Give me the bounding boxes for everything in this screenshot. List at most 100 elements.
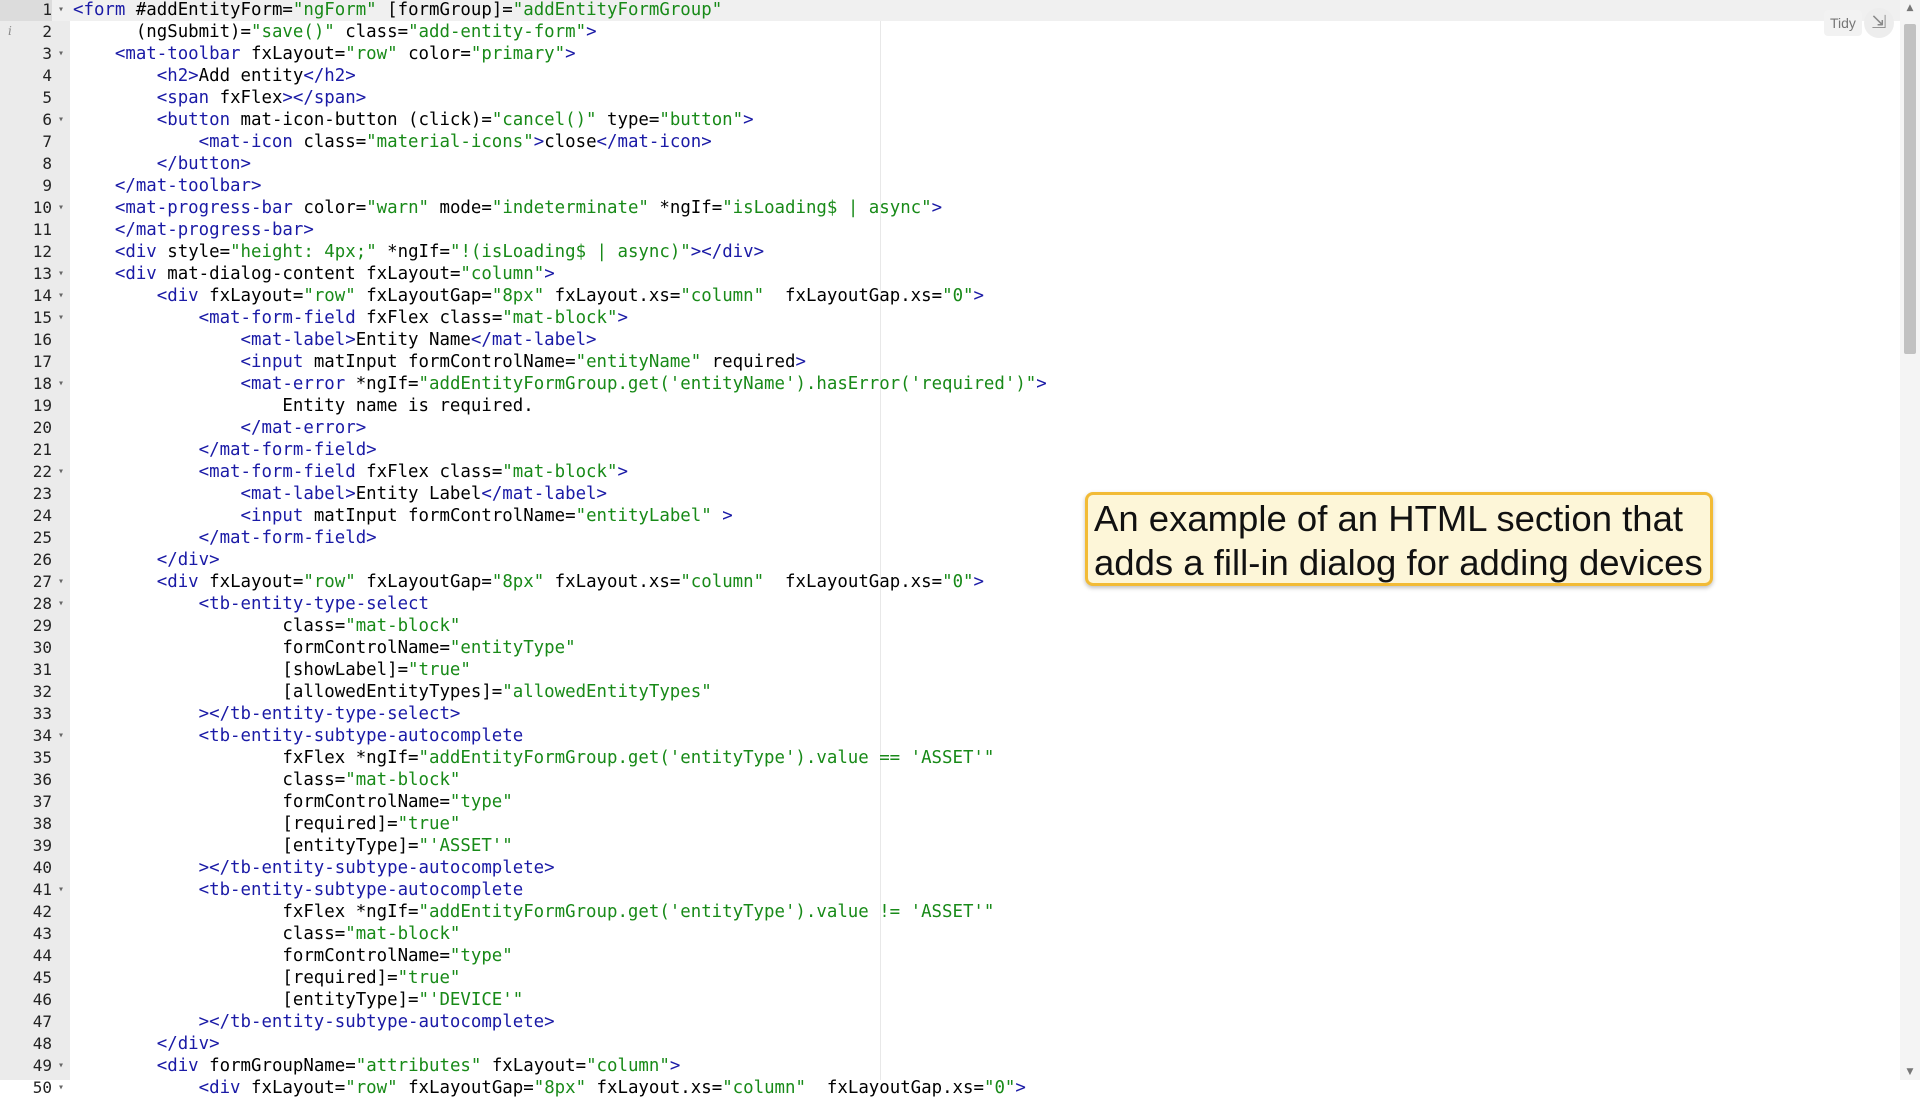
- code-line[interactable]: 46 [entityType]="'DEVICE'": [0, 989, 1900, 1011]
- code-line[interactable]: 30 formControlName="entityType": [0, 637, 1900, 659]
- code-text[interactable]: <tb-entity-subtype-autocomplete: [73, 879, 524, 901]
- code-text[interactable]: <mat-form-field fxFlex class="mat-block"…: [73, 461, 628, 483]
- fold-toggle-icon[interactable]: ▾: [56, 263, 66, 285]
- scroll-down-arrow-icon[interactable]: ▼: [1900, 1064, 1920, 1080]
- code-text[interactable]: <mat-error *ngIf="addEntityFormGroup.get…: [73, 373, 1047, 395]
- collapse-icon[interactable]: ⇲: [1864, 8, 1894, 38]
- fold-toggle-icon[interactable]: ▾: [56, 1055, 66, 1077]
- code-text[interactable]: [entityType]="'DEVICE'": [73, 989, 523, 1011]
- code-line[interactable]: 29 class="mat-block": [0, 615, 1900, 637]
- code-text[interactable]: </mat-toolbar>: [73, 175, 262, 197]
- code-text[interactable]: <tb-entity-subtype-autocomplete: [73, 725, 524, 747]
- code-line[interactable]: 45 [required]="true": [0, 967, 1900, 989]
- fold-toggle-icon[interactable]: ▾: [56, 197, 66, 219]
- code-text[interactable]: [required]="true": [73, 813, 460, 835]
- fold-toggle-icon[interactable]: ▾: [56, 725, 66, 747]
- code-text[interactable]: <tb-entity-type-select: [73, 593, 429, 615]
- code-line[interactable]: 33 ></tb-entity-type-select>: [0, 703, 1900, 725]
- code-text[interactable]: <div style="height: 4px;" *ngIf="!(isLoa…: [73, 241, 764, 263]
- code-line[interactable]: 15 ▾ <mat-form-field fxFlex class="mat-bl…: [0, 307, 1900, 329]
- code-line[interactable]: 9 </mat-toolbar>: [0, 175, 1900, 197]
- code-text[interactable]: <span fxFlex></span>: [73, 87, 366, 109]
- code-line[interactable]: 8 </button>: [0, 153, 1900, 175]
- code-text[interactable]: </mat-progress-bar>: [73, 219, 314, 241]
- code-line[interactable]: 3 ▾ <mat-toolbar fxLayout="row" color="pr…: [0, 43, 1900, 65]
- code-text[interactable]: <input matInput formControlName="entityN…: [73, 351, 806, 373]
- code-text[interactable]: [required]="true": [73, 967, 460, 989]
- fold-toggle-icon[interactable]: ▾: [56, 307, 66, 329]
- code-text[interactable]: </mat-form-field>: [73, 527, 377, 549]
- code-text[interactable]: formControlName="type": [73, 791, 512, 813]
- code-text[interactable]: fxFlex *ngIf="addEntityFormGroup.get('en…: [73, 747, 994, 769]
- code-line[interactable]: 2 (ngSubmit)="save()" class="add-entity-…: [0, 21, 1900, 43]
- fold-toggle-icon[interactable]: ▾: [56, 1077, 66, 1099]
- code-line[interactable]: 11 </mat-progress-bar>: [0, 219, 1900, 241]
- code-line[interactable]: 28 ▾ <tb-entity-type-select: [0, 593, 1900, 615]
- code-line[interactable]: 7 <mat-icon class="material-icons">close…: [0, 131, 1900, 153]
- code-line[interactable]: 4 <h2>Add entity</h2>: [0, 65, 1900, 87]
- code-line[interactable]: 50 ▾ <div fxLayout="row" fxLayoutGap="8px…: [0, 1077, 1900, 1099]
- code-line[interactable]: 17 <input matInput formControlName="enti…: [0, 351, 1900, 373]
- code-line[interactable]: 5 <span fxFlex></span>: [0, 87, 1900, 109]
- code-line[interactable]: 39 [entityType]="'ASSET'": [0, 835, 1900, 857]
- code-text[interactable]: [showLabel]="true": [73, 659, 470, 681]
- code-line[interactable]: 20 </mat-error>: [0, 417, 1900, 439]
- code-line[interactable]: 31 [showLabel]="true": [0, 659, 1900, 681]
- code-text[interactable]: ></tb-entity-subtype-autocomplete>: [73, 857, 555, 879]
- scrollbar-thumb[interactable]: [1904, 24, 1916, 354]
- code-line[interactable]: 36 class="mat-block": [0, 769, 1900, 791]
- code-line[interactable]: 14 ▾ <div fxLayout="row" fxLayoutGap="8px…: [0, 285, 1900, 307]
- code-text[interactable]: fxFlex *ngIf="addEntityFormGroup.get('en…: [73, 901, 994, 923]
- code-line[interactable]: 32 [allowedEntityTypes]="allowedEntityTy…: [0, 681, 1900, 703]
- code-line[interactable]: 34 ▾ <tb-entity-subtype-autocomplete: [0, 725, 1900, 747]
- code-line[interactable]: 35 fxFlex *ngIf="addEntityFormGroup.get(…: [0, 747, 1900, 769]
- fold-toggle-icon[interactable]: ▾: [56, 461, 66, 483]
- fold-toggle-icon[interactable]: ▾: [56, 109, 66, 131]
- code-line[interactable]: 41 ▾ <tb-entity-subtype-autocomplete: [0, 879, 1900, 901]
- code-text[interactable]: <div formGroupName="attributes" fxLayout…: [73, 1055, 681, 1077]
- code-line[interactable]: 48 </div>: [0, 1033, 1900, 1055]
- code-text[interactable]: ></tb-entity-subtype-autocomplete>: [73, 1011, 555, 1033]
- code-text[interactable]: class="mat-block": [73, 769, 460, 791]
- code-text[interactable]: </div>: [73, 549, 220, 571]
- code-text[interactable]: Entity name is required.: [73, 395, 533, 417]
- code-text[interactable]: formControlName="entityType": [73, 637, 575, 659]
- code-line[interactable]: 21 </mat-form-field>: [0, 439, 1900, 461]
- code-text[interactable]: (ngSubmit)="save()" class="add-entity-fo…: [73, 21, 597, 43]
- code-text[interactable]: class="mat-block": [73, 615, 460, 637]
- fold-toggle-icon[interactable]: ▾: [56, 0, 66, 21]
- fold-toggle-icon[interactable]: ▾: [56, 879, 66, 901]
- fold-toggle-icon[interactable]: ▾: [56, 285, 66, 307]
- code-line[interactable]: 19 Entity name is required.: [0, 395, 1900, 417]
- code-line[interactable]: 37 formControlName="type": [0, 791, 1900, 813]
- code-text[interactable]: ></tb-entity-type-select>: [73, 703, 461, 725]
- code-text[interactable]: </mat-error>: [73, 417, 367, 439]
- code-text[interactable]: </mat-form-field>: [73, 439, 377, 461]
- code-line[interactable]: 13 ▾ <div mat-dialog-content fxLayout="co…: [0, 263, 1900, 285]
- code-text[interactable]: </div>: [73, 1033, 220, 1055]
- code-text[interactable]: <mat-progress-bar color="warn" mode="ind…: [73, 197, 942, 219]
- code-line[interactable]: 22 ▾ <mat-form-field fxFlex class="mat-bl…: [0, 461, 1900, 483]
- code-text[interactable]: <input matInput formControlName="entityL…: [73, 505, 733, 527]
- info-annotation-icon[interactable]: i: [8, 24, 12, 38]
- code-line[interactable]: 42 fxFlex *ngIf="addEntityFormGroup.get(…: [0, 901, 1900, 923]
- code-text[interactable]: <div fxLayout="row" fxLayoutGap="8px" fx…: [73, 285, 984, 307]
- code-line[interactable]: 10 ▾ <mat-progress-bar color="warn" mode=…: [0, 197, 1900, 219]
- code-line[interactable]: 18 ▾ <mat-error *ngIf="addEntityFormGroup…: [0, 373, 1900, 395]
- code-text[interactable]: <button mat-icon-button (click)="cancel(…: [73, 109, 754, 131]
- fold-toggle-icon[interactable]: ▾: [56, 373, 66, 395]
- code-text[interactable]: <mat-label>Entity Label</mat-label>: [73, 483, 607, 505]
- code-text[interactable]: [allowedEntityTypes]="allowedEntityTypes…: [73, 681, 711, 703]
- scroll-up-arrow-icon[interactable]: ▲: [1900, 0, 1920, 16]
- code-text[interactable]: <div fxLayout="row" fxLayoutGap="8px" fx…: [73, 1077, 1026, 1099]
- code-text[interactable]: class="mat-block": [73, 923, 460, 945]
- code-line[interactable]: 40 ></tb-entity-subtype-autocomplete>: [0, 857, 1900, 879]
- code-text[interactable]: <form #addEntityForm="ngForm" [formGroup…: [73, 0, 722, 21]
- code-text[interactable]: <h2>Add entity</h2>: [73, 65, 356, 87]
- code-text[interactable]: <mat-form-field fxFlex class="mat-block"…: [73, 307, 628, 329]
- code-line[interactable]: 38 [required]="true": [0, 813, 1900, 835]
- code-line[interactable]: 6 ▾ <button mat-icon-button (click)="canc…: [0, 109, 1900, 131]
- code-text[interactable]: <div fxLayout="row" fxLayoutGap="8px" fx…: [73, 571, 984, 593]
- code-line[interactable]: 47 ></tb-entity-subtype-autocomplete>: [0, 1011, 1900, 1033]
- fold-toggle-icon[interactable]: ▾: [56, 593, 66, 615]
